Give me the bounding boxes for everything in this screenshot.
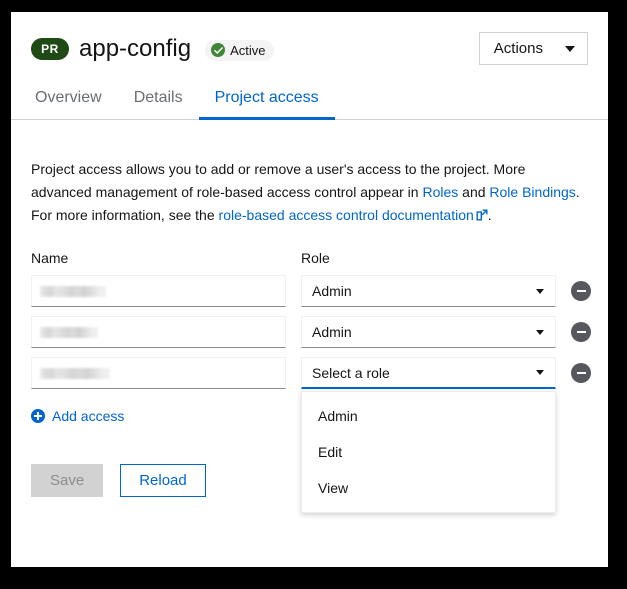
save-button[interactable]: Save <box>31 464 104 497</box>
role-option-view[interactable]: View <box>302 470 555 506</box>
page-header: PR app-config Active Actions <box>11 12 608 65</box>
chevron-down-icon <box>536 370 544 375</box>
description-part-2: and <box>458 184 490 200</box>
role-option-edit[interactable]: Edit <box>302 434 555 470</box>
remove-access-button[interactable] <box>571 322 591 342</box>
role-option-admin[interactable]: Admin <box>302 398 555 434</box>
tab-details[interactable]: Details <box>118 81 199 120</box>
tab-overview[interactable]: Overview <box>31 81 118 120</box>
table-row: Select a role Admin Edit View <box>31 357 591 513</box>
actions-button-label: Actions <box>493 40 543 57</box>
chevron-down-icon <box>565 45 575 52</box>
role-select-value: Select a role <box>312 364 390 381</box>
minus-circle-icon <box>576 372 586 374</box>
check-circle-icon <box>211 43 226 58</box>
page-frame: PR app-config Active Actions Overview De… <box>11 12 608 567</box>
minus-circle-icon <box>576 290 586 292</box>
redacted-name-value <box>40 285 106 297</box>
minus-circle-icon <box>576 331 586 333</box>
rbac-documentation-link[interactable]: role-based access control documentation <box>219 207 474 223</box>
chevron-down-icon <box>536 329 544 335</box>
resource-type-badge: PR <box>31 38 69 61</box>
plus-circle-icon <box>31 409 45 423</box>
add-access-button[interactable]: Add access <box>31 408 124 424</box>
remove-access-button[interactable] <box>571 363 591 383</box>
status-badge: Active <box>205 39 275 61</box>
tab-bar: Overview Details Project access <box>11 81 608 120</box>
actions-button[interactable]: Actions <box>478 32 588 65</box>
page-title: app-config <box>79 35 192 62</box>
column-header-role: Role <box>301 250 330 266</box>
role-options-menu: Admin Edit View <box>301 391 556 513</box>
role-select[interactable]: Admin <box>301 275 556 307</box>
add-access-label: Add access <box>52 408 125 424</box>
tab-project-access[interactable]: Project access <box>198 81 335 120</box>
access-form: Name Role Admin Admin Select a role Admi… <box>31 250 591 513</box>
form-column-headers: Name Role <box>31 250 588 266</box>
role-select[interactable]: Admin <box>301 316 556 348</box>
remove-access-button[interactable] <box>571 281 591 301</box>
title-group: PR app-config Active <box>31 32 275 62</box>
redacted-name-value <box>40 326 98 338</box>
table-row: Admin <box>31 316 591 348</box>
name-input[interactable] <box>31 316 286 348</box>
column-header-name: Name <box>31 250 69 266</box>
description-text: Project access allows you to add or remo… <box>31 158 588 228</box>
roles-link[interactable]: Roles <box>422 184 458 200</box>
external-link-icon <box>476 205 488 228</box>
content-area: Project access allows you to add or remo… <box>11 120 608 513</box>
role-select-value: Admin <box>312 324 352 340</box>
name-input[interactable] <box>31 275 286 307</box>
name-input[interactable] <box>31 357 286 389</box>
chevron-down-icon <box>536 288 544 294</box>
reload-button[interactable]: Reload <box>120 464 206 497</box>
role-select-open[interactable]: Select a role <box>301 357 556 389</box>
description-part-4: . <box>487 207 492 223</box>
role-select-value: Admin <box>312 283 352 299</box>
role-bindings-link[interactable]: Role Bindings <box>489 184 575 200</box>
redacted-name-value <box>40 367 110 379</box>
status-badge-label: Active <box>230 42 266 58</box>
table-row: Admin <box>31 275 591 307</box>
